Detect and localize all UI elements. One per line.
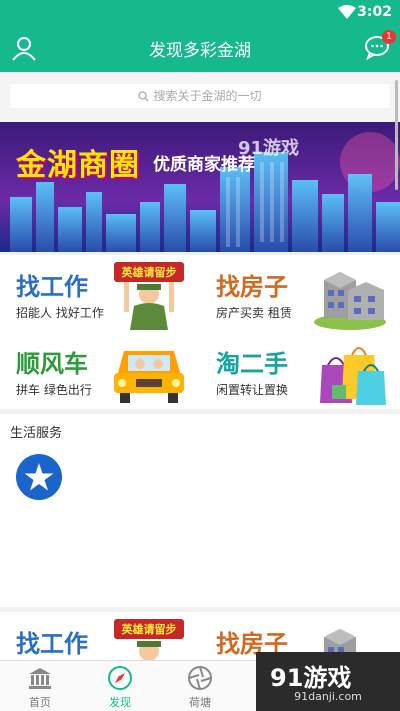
recruit-sign-text: 英雄请留步	[121, 622, 177, 636]
category-title: 找工作	[16, 273, 88, 301]
category-subtitle: 拼车 绿色出行	[16, 383, 92, 397]
recruit-sign-icon: 英雄请留步	[114, 262, 184, 330]
recruit-sign-icon: 英雄请留步	[114, 619, 184, 660]
shopping-bags-icon	[320, 347, 386, 405]
status-bar: 3:02	[0, 0, 400, 24]
category-title: 淘二手	[216, 350, 288, 378]
page-title: 发现多彩金湖	[149, 41, 251, 61]
star-icon[interactable]	[16, 454, 62, 500]
category-title: 找工作	[16, 630, 88, 658]
search-icon	[138, 91, 149, 102]
life-services-section: 生活服务	[0, 414, 400, 607]
watermark-url: 91danji.com	[294, 690, 362, 703]
title-bar: 发现多彩金湖 1	[0, 24, 400, 72]
section-title: 生活服务	[10, 426, 63, 441]
chat-badge: 1	[382, 30, 396, 44]
category-find-job[interactable]: 找工作 招能人 找好工作 英雄请留步	[0, 255, 200, 332]
search-placeholder: 搜索关于金湖的一切	[153, 89, 262, 103]
tab-discover[interactable]: 发现	[80, 661, 160, 711]
aperture-icon	[188, 666, 212, 690]
tab-lotus-pond[interactable]: 荷塘	[160, 661, 240, 711]
recruit-sign-text: 英雄请留步	[121, 265, 177, 279]
category-subtitle: 闲置转让置换	[216, 383, 289, 397]
category-grid: 找工作 招能人 找好工作 英雄请留步 找房子 房产买卖 租赁 顺风车 拼车 绿色…	[0, 255, 400, 409]
category-carpool[interactable]: 顺风车 拼车 绿色出行	[0, 332, 200, 409]
category-find-job[interactable]: 找工作 英雄请留步	[0, 612, 200, 660]
site-watermark: 91游戏 91danji.com	[256, 652, 400, 711]
category-second-hand[interactable]: 淘二手 闲置转让置换	[200, 332, 400, 409]
wifi-icon	[338, 5, 356, 19]
banner-watermark: 91游戏	[238, 138, 300, 159]
tab-home[interactable]: 首页	[0, 661, 80, 711]
search-input[interactable]: 搜索关于金湖的一切	[10, 84, 390, 108]
scrollbar[interactable]	[395, 80, 398, 190]
compass-icon	[108, 666, 132, 690]
category-title: 顺风车	[16, 350, 88, 378]
car-icon	[114, 351, 184, 403]
category-find-house[interactable]: 找房子 房产买卖 租赁	[200, 255, 400, 332]
app-screen: 3:02 发现多彩金湖 1 搜索关于金湖的一切 金湖商圈 优质商家推荐 91游戏…	[0, 0, 400, 711]
search-section: 搜索关于金湖的一切	[0, 72, 400, 122]
banner-headline: 金湖商圈	[16, 148, 140, 183]
tab-label: 荷塘	[189, 696, 211, 709]
promo-banner[interactable]: 金湖商圈 优质商家推荐 91游戏	[0, 122, 400, 252]
status-time: 3:02	[357, 4, 392, 20]
category-subtitle: 房产买卖 租赁	[216, 306, 292, 320]
tab-label: 发现	[109, 696, 131, 709]
bank-icon	[29, 668, 51, 689]
category-subtitle: 招能人 找好工作	[16, 306, 104, 320]
tab-label: 首页	[29, 696, 51, 709]
buildings-icon	[314, 272, 386, 330]
category-title: 找房子	[216, 273, 288, 301]
watermark-logo: 91游戏	[270, 664, 352, 692]
